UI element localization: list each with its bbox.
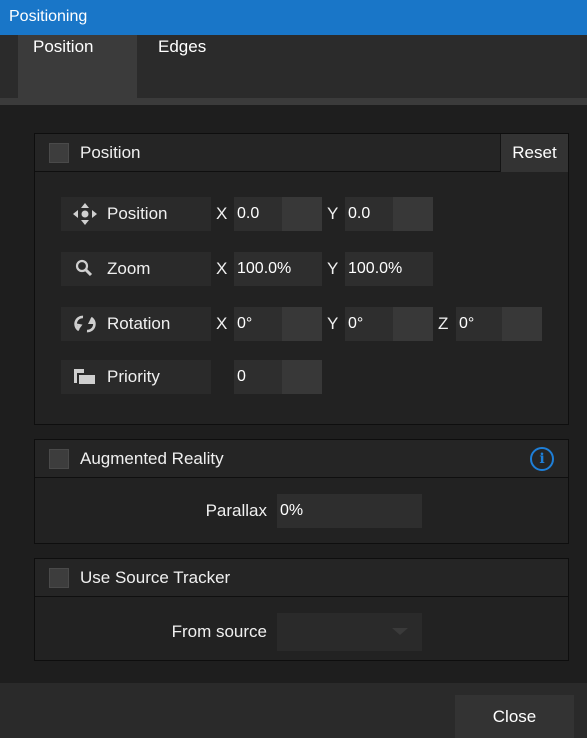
augmented-reality-group: Augmented Reality i Parallax 0%	[34, 439, 569, 544]
layers-icon	[74, 369, 95, 384]
tab-edges[interactable]: Edges	[158, 37, 206, 57]
position-group: Position Reset Position X 0.0 Y 0.0 Zoom…	[34, 133, 569, 425]
augmented-reality-checkbox[interactable]	[49, 449, 69, 469]
window-title: Positioning	[0, 0, 587, 35]
position-row-label: Position	[61, 197, 211, 231]
tab-underline	[0, 98, 587, 105]
info-icon[interactable]: i	[530, 447, 554, 471]
zoom-row-label: Zoom	[61, 252, 211, 286]
parallax-field[interactable]: 0%	[277, 494, 422, 528]
rotation-x-axis: X	[216, 314, 228, 333]
source-tracker-checkbox[interactable]	[49, 568, 69, 588]
source-tracker-header: Use Source Tracker	[35, 559, 568, 597]
source-tracker-group: Use Source Tracker From source	[34, 558, 569, 661]
zoom-row-text: Zoom	[107, 259, 151, 278]
chevron-down-icon	[392, 628, 408, 635]
position-group-header: Position Reset	[35, 134, 568, 172]
rotate-icon	[74, 315, 96, 333]
zoom-x-field[interactable]: 100.0%	[234, 252, 322, 286]
rotation-z-field[interactable]: 0°	[456, 307, 542, 341]
rotation-row-text: Rotation	[107, 314, 171, 333]
from-source-dropdown[interactable]	[277, 613, 422, 651]
zoom-x-axis: X	[216, 259, 228, 278]
rotation-z-axis: Z	[438, 314, 449, 333]
position-group-title: Position	[80, 143, 141, 162]
source-tracker-title: Use Source Tracker	[80, 568, 231, 587]
ar-group-header: Augmented Reality i	[35, 440, 568, 478]
position-x-axis: X	[216, 204, 228, 223]
position-checkbox[interactable]	[49, 143, 69, 163]
rotation-y-field[interactable]: 0°	[345, 307, 433, 341]
priority-row-text: Priority	[107, 367, 160, 386]
ar-group-title: Augmented Reality	[80, 449, 224, 468]
rotation-row-label: Rotation	[61, 307, 211, 341]
close-button[interactable]: Close	[455, 695, 574, 738]
zoom-y-axis: Y	[327, 259, 339, 278]
position-row-text: Position	[107, 204, 168, 223]
rotation-x-field[interactable]: 0°	[234, 307, 322, 341]
rotation-y-axis: Y	[327, 314, 339, 333]
priority-field[interactable]: 0	[234, 360, 322, 394]
position-y-field[interactable]: 0.0	[345, 197, 433, 231]
parallax-label: Parallax	[205, 501, 267, 520]
position-y-axis: Y	[327, 204, 339, 223]
priority-row-label: Priority	[61, 360, 211, 394]
tab-position-label[interactable]: Position	[33, 37, 93, 57]
from-source-label: From source	[171, 622, 267, 641]
position-x-field[interactable]: 0.0	[234, 197, 322, 231]
magnifier-icon	[75, 259, 93, 277]
zoom-y-field[interactable]: 100.0%	[345, 252, 433, 286]
move-arrows-icon	[73, 203, 97, 225]
reset-button[interactable]: Reset	[500, 134, 568, 172]
